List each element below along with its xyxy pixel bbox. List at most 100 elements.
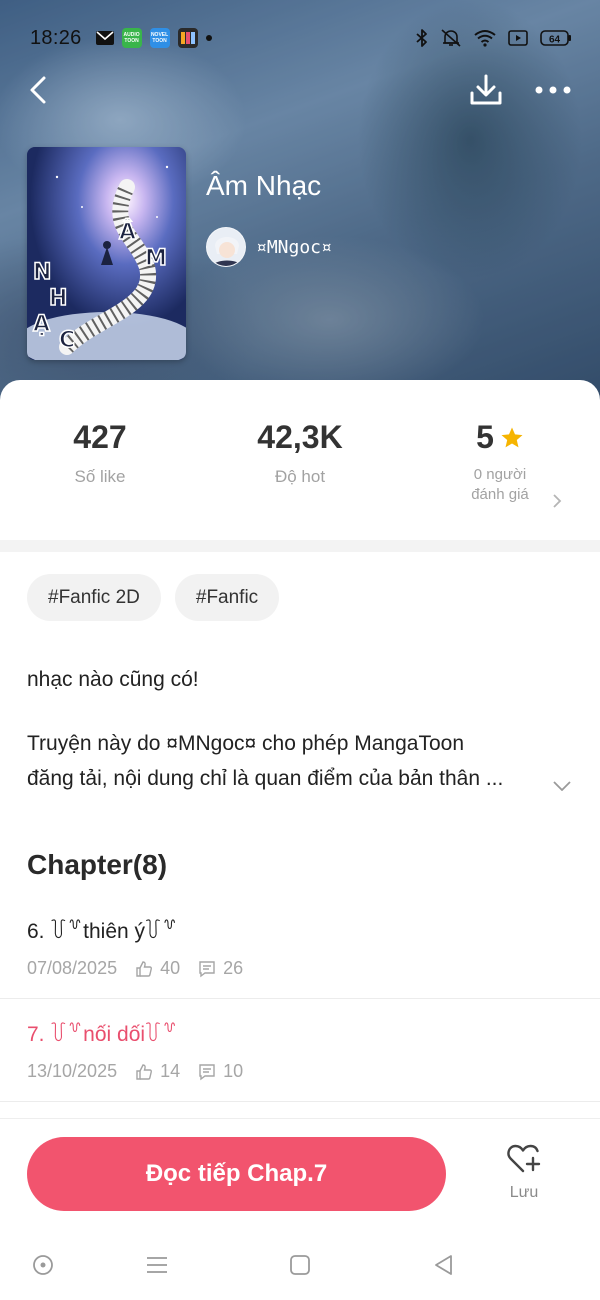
likes-label: Số like	[74, 467, 126, 487]
back-button[interactable]	[20, 72, 56, 108]
heart-plus-icon	[507, 1144, 541, 1173]
chapter-date: 13/10/2025	[27, 1061, 118, 1081]
cover-artwork: Â M N H Ạ C	[27, 147, 186, 360]
description-line: Truyện này do ¤MNgoc¤ cho phép MangaToon	[27, 732, 465, 755]
avatar-image	[207, 228, 245, 266]
continue-reading-button[interactable]: Đọc tiếp Chap.7	[27, 1137, 446, 1211]
cover-letter: H	[49, 286, 67, 311]
cover-letter: C	[59, 328, 75, 353]
cover-letter: Ạ	[33, 312, 50, 337]
chapter-likes: 14	[135, 1061, 180, 1082]
thumbs-up-icon	[136, 1063, 153, 1080]
tag-chip[interactable]: #Fanfic 2D	[27, 574, 161, 621]
system-navigation-bar	[0, 1232, 600, 1300]
status-bar: 18:26 AUDIO TOON NOVEL TOON 64	[0, 20, 600, 56]
mail-icon	[95, 31, 114, 45]
hot-label: Độ hot	[274, 467, 326, 487]
bluetooth-icon	[416, 29, 427, 47]
noveltoon-badge-label: NOVEL TOON	[150, 32, 169, 44]
media-app-icon	[177, 28, 198, 48]
battery-level: 64	[549, 35, 561, 46]
book-title: Âm Nhạc	[206, 170, 322, 201]
hot-value: 42,3K	[257, 419, 343, 455]
more-dots-icon	[535, 86, 571, 94]
chapter-comment-count: 10	[223, 1061, 244, 1081]
mute-bell-icon	[441, 29, 461, 47]
noveltoon-app-icon: NOVEL TOON	[149, 28, 170, 48]
chapter-row[interactable]: 6. ꒦꒷thiên ý꒦꒷ 07/08/2025 40 26	[0, 916, 600, 1016]
chevron-right-icon	[553, 494, 562, 508]
cover-letter: N	[33, 260, 51, 285]
chapter-comments: 26	[198, 958, 243, 979]
rating-count-label: 0 người đánh giá	[400, 465, 600, 506]
chapter-like-count: 14	[160, 1061, 181, 1081]
chevron-down-icon	[553, 781, 571, 791]
status-system-icons: 64	[416, 28, 572, 48]
audiotoon-app-icon: AUDIO TOON	[121, 28, 142, 48]
status-notification-icons: AUDIO TOON NOVEL TOON	[95, 28, 212, 48]
chapter-comment-count: 26	[223, 958, 244, 978]
comment-icon	[199, 1063, 215, 1080]
book-cover[interactable]: Â M N H Ạ C	[27, 147, 186, 360]
chapter-row[interactable]: 7. ꒦꒷nối dối꒦꒷ 13/10/2025 14 10	[0, 1019, 600, 1119]
top-navigation	[0, 66, 600, 114]
chapter-like-count: 40	[160, 958, 181, 978]
menu-icon	[147, 1257, 167, 1273]
save-label: Lưu	[509, 1184, 539, 1201]
thumbs-up-icon	[136, 960, 153, 977]
rating-label-line1: 0 người	[473, 466, 527, 484]
author-avatar	[206, 227, 246, 267]
menu-button[interactable]	[142, 1250, 172, 1280]
tag-chip[interactable]: #Fanfic	[174, 574, 280, 621]
description-line: đăng tải, nội dung chỉ là quan điểm của …	[27, 767, 504, 790]
hot-stat: 42,3K Độ hot	[200, 419, 400, 487]
chapter-title-current: 7. ꒦꒷nối dối꒦꒷	[27, 1023, 178, 1046]
square-icon	[290, 1255, 310, 1275]
chapter-meta: 07/08/2025 40 26	[27, 958, 243, 979]
likes-stat: 427 Số like	[0, 419, 200, 487]
book-description: nhạc nào cũng có! Truyện này do ¤MNgoc¤ …	[27, 662, 572, 796]
save-to-library-button[interactable]: Lưu	[494, 1143, 554, 1213]
audiotoon-badge-label: AUDIO TOON	[123, 32, 140, 44]
expand-description-button[interactable]	[550, 774, 574, 798]
rating-label-line2: đánh giá	[471, 486, 529, 504]
system-back-button[interactable]	[428, 1250, 458, 1280]
cover-letter: Â	[119, 219, 136, 245]
book-header: 18:26 AUDIO TOON NOVEL TOON 64 Â M N H Ạ…	[0, 0, 600, 400]
triangle-back-icon	[435, 1255, 452, 1275]
chapter-date: 07/08/2025	[27, 958, 118, 978]
status-time: 18:26	[30, 26, 82, 49]
bottom-action-bar: Đọc tiếp Chap.7 Lưu	[0, 1118, 600, 1230]
chapter-likes: 40	[135, 958, 180, 979]
chapter-list-heading[interactable]: Chapter(8)	[27, 849, 167, 881]
chapter-meta: 13/10/2025 14 10	[27, 1061, 243, 1082]
battery-icon: 64	[540, 30, 571, 46]
likes-value: 427	[73, 419, 127, 455]
home-button[interactable]	[285, 1250, 315, 1280]
chapter-comments: 10	[198, 1061, 243, 1082]
rating-value-row: 5	[400, 419, 600, 455]
rating-stat[interactable]: 5 0 người đánh giá	[400, 419, 600, 508]
author-name: ¤MNgoc¤	[256, 236, 332, 258]
cast-icon	[508, 30, 528, 46]
star-icon	[501, 427, 523, 447]
wifi-icon	[474, 30, 496, 47]
chapter-divider	[0, 998, 600, 999]
tag-list: #Fanfic 2D #Fanfic	[27, 574, 280, 621]
comment-icon	[199, 960, 215, 977]
download-icon	[470, 74, 502, 105]
author-link[interactable]: ¤MNgoc¤	[206, 227, 332, 267]
chevron-left-icon	[30, 76, 46, 104]
description-line: nhạc nào cũng có!	[27, 668, 199, 691]
download-button[interactable]	[466, 70, 506, 110]
more-notifications-dot	[205, 35, 212, 41]
more-options-button[interactable]	[532, 72, 574, 108]
circle-dot-icon	[33, 1255, 53, 1275]
section-divider	[0, 540, 600, 552]
chapter-divider	[0, 1101, 600, 1102]
chapter-title: 6. ꒦꒷thiên ý꒦꒷	[27, 920, 178, 943]
assistant-button[interactable]	[28, 1250, 58, 1280]
cover-letter: M	[145, 246, 167, 271]
stats-row: 427 Số like 42,3K Độ hot 5 0 người đánh …	[0, 419, 600, 520]
